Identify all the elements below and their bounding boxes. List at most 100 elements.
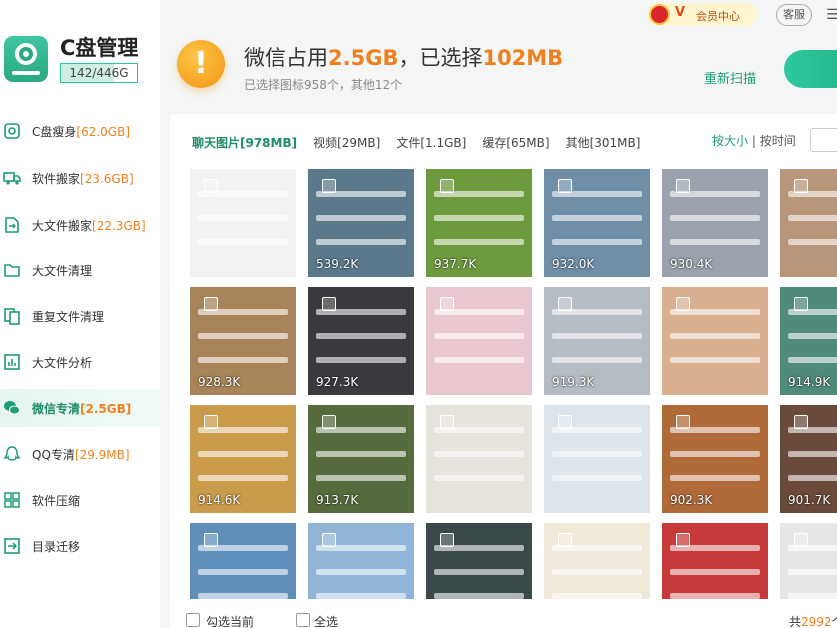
image-select-checkbox[interactable] — [204, 533, 218, 547]
tab-other[interactable]: 其他[301MB] — [566, 134, 641, 151]
app-title: C盘管理 — [60, 36, 139, 60]
sidebar-item-label: 重复文件清理 — [32, 309, 105, 324]
sidebar-item-software-move[interactable]: 软件搬家[23.6GB] — [0, 159, 160, 197]
image-thumbnail[interactable] — [544, 405, 650, 513]
image-select-checkbox[interactable] — [204, 179, 218, 193]
image-select-checkbox[interactable] — [558, 179, 572, 193]
image-select-checkbox[interactable] — [322, 297, 336, 311]
filter-dropdown[interactable] — [810, 128, 837, 152]
image-thumbnail[interactable]: 937.7K — [426, 169, 532, 277]
select-all-checkbox[interactable] — [296, 613, 310, 627]
rescan-button[interactable]: 重新扫描 — [704, 68, 756, 87]
image-size-label: 927.3K — [316, 375, 359, 389]
image-thumbnail[interactable]: 930.4K — [662, 169, 768, 277]
image-thumbnail[interactable] — [426, 287, 532, 395]
image-select-checkbox[interactable] — [440, 415, 454, 429]
image-size-label: 539.2K — [316, 257, 359, 271]
sidebar-item-qq-clean[interactable]: QQ专清[29.9MB] — [0, 435, 160, 473]
image-thumbnail[interactable]: 919.3K — [544, 287, 650, 395]
migrate-icon — [3, 537, 21, 555]
image-size-label: 937.7K — [434, 257, 477, 271]
chart-icon — [3, 353, 21, 371]
menu-icon[interactable]: ☰ — [826, 7, 837, 23]
image-select-checkbox[interactable] — [794, 179, 808, 193]
image-select-checkbox[interactable] — [322, 533, 336, 547]
image-select-checkbox[interactable] — [322, 415, 336, 429]
tab-files[interactable]: 文件[1.1GB] — [396, 134, 466, 151]
image-select-checkbox[interactable] — [676, 415, 690, 429]
image-thumbnail[interactable]: 927.3K — [308, 287, 414, 395]
folder-icon — [3, 261, 21, 279]
sort-by-time[interactable]: 按时间 — [760, 134, 796, 148]
image-select-checkbox[interactable] — [204, 297, 218, 311]
tab-chat-images[interactable]: 聊天图片[978MB] — [192, 134, 297, 151]
thumbnail-content — [434, 569, 524, 575]
sidebar-item-size: [62.0GB] — [76, 124, 131, 139]
thumbnail-content — [198, 357, 288, 363]
support-button[interactable]: 客服 — [776, 4, 812, 26]
thumbnail-content — [670, 357, 760, 363]
clean-button[interactable] — [784, 50, 837, 88]
thumbnail-content — [198, 333, 288, 339]
image-thumbnail[interactable]: 913.7K — [308, 405, 414, 513]
image-size-label: 902.3K — [670, 493, 713, 507]
sort-by-size[interactable]: 按大小 — [712, 134, 748, 148]
image-select-checkbox[interactable] — [676, 533, 690, 547]
image-thumbnail[interactable] — [662, 523, 768, 599]
image-select-checkbox[interactable] — [558, 415, 572, 429]
image-thumbnail[interactable]: 539.2K — [308, 169, 414, 277]
image-thumbnail[interactable] — [426, 523, 532, 599]
image-thumbnail[interactable] — [780, 169, 837, 277]
image-thumbnail[interactable] — [190, 169, 296, 277]
image-thumbnail[interactable] — [780, 523, 837, 599]
thumbnail-content — [552, 357, 642, 363]
image-thumbnail[interactable]: 914.9K — [780, 287, 837, 395]
file-move-icon — [3, 216, 21, 234]
image-thumbnail[interactable]: 902.3K — [662, 405, 768, 513]
image-select-checkbox[interactable] — [440, 179, 454, 193]
image-thumbnail[interactable]: 901.7K — [780, 405, 837, 513]
image-size-label: 932.0K — [552, 257, 595, 271]
image-select-checkbox[interactable] — [204, 415, 218, 429]
image-select-checkbox[interactable] — [794, 415, 808, 429]
select-page-checkbox[interactable] — [186, 613, 200, 627]
image-thumbnail[interactable] — [662, 287, 768, 395]
image-size-label: 914.9K — [788, 375, 831, 389]
sidebar-item-large-file-clean[interactable]: 大文件清理 — [0, 251, 160, 289]
image-thumbnail[interactable]: 914.6K — [190, 405, 296, 513]
thumbnail-content — [316, 215, 406, 221]
image-select-checkbox[interactable] — [794, 297, 808, 311]
image-select-checkbox[interactable] — [676, 297, 690, 311]
sidebar-item-label: 大文件清理 — [32, 263, 93, 278]
image-thumbnail[interactable] — [308, 523, 414, 599]
image-thumbnail[interactable] — [426, 405, 532, 513]
category-tabs: 聊天图片[978MB] 视频[29MB] 文件[1.1GB] 缓存[65MB] … — [192, 134, 640, 151]
sidebar-item-large-file-move[interactable]: 大文件搬家[22.3GB] — [0, 206, 160, 244]
image-thumbnail[interactable]: 928.3K — [190, 287, 296, 395]
sidebar-item-wechat-clean[interactable]: 微信专清[2.5GB] — [0, 389, 160, 427]
sidebar-item-large-file-analysis[interactable]: 大文件分析 — [0, 343, 160, 381]
image-select-checkbox[interactable] — [558, 533, 572, 547]
sidebar-item-directory-migrate[interactable]: 目录迁移 — [0, 527, 160, 565]
member-center-button[interactable]: V 会员中心 — [647, 3, 757, 26]
total-suffix: 个 — [832, 615, 837, 628]
tab-cache[interactable]: 缓存[65MB] — [482, 134, 549, 151]
image-select-checkbox[interactable] — [558, 297, 572, 311]
sidebar-item-label: 软件搬家 — [32, 171, 81, 186]
thumbnail-content — [552, 475, 642, 481]
image-select-checkbox[interactable] — [322, 179, 336, 193]
image-thumbnail[interactable] — [544, 523, 650, 599]
image-select-checkbox[interactable] — [440, 297, 454, 311]
thumbnail-content — [670, 239, 760, 245]
sidebar-item-c-drive-slim[interactable]: C盘瘦身[62.0GB] — [0, 112, 160, 150]
tab-video[interactable]: 视频[29MB] — [313, 134, 380, 151]
sidebar-item-software-compress[interactable]: 软件压缩 — [0, 481, 160, 519]
image-select-checkbox[interactable] — [440, 533, 454, 547]
image-thumbnail[interactable] — [190, 523, 296, 599]
image-select-checkbox[interactable] — [676, 179, 690, 193]
image-select-checkbox[interactable] — [794, 533, 808, 547]
image-thumbnail[interactable]: 932.0K — [544, 169, 650, 277]
thumbnail-content — [670, 475, 760, 481]
sidebar-item-label: 大文件搬家 — [32, 218, 93, 233]
sidebar-item-duplicate-clean[interactable]: 重复文件清理 — [0, 297, 160, 335]
